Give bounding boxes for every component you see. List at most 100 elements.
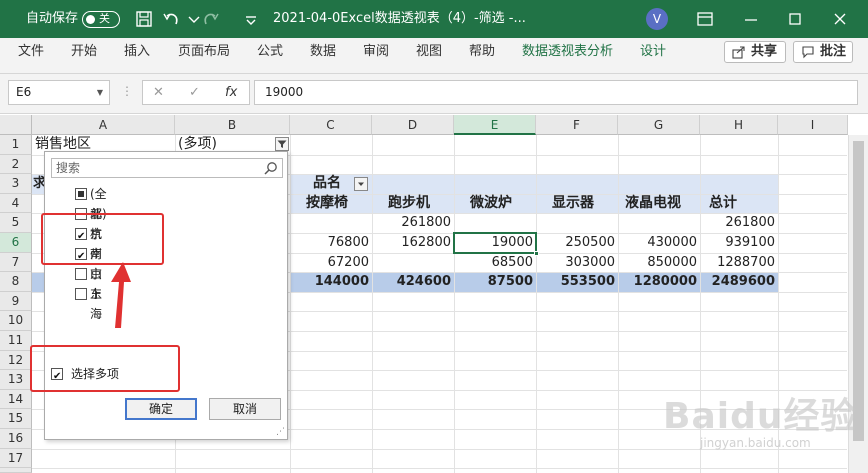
window-title: 2021-04-0Excel数据透视表（4）-筛选 -... bbox=[273, 11, 526, 26]
baidu-logo: Baidu经验 bbox=[663, 396, 858, 437]
column-header-h[interactable]: H bbox=[700, 115, 778, 135]
filter-checkbox[interactable] bbox=[75, 188, 87, 200]
cancel-button[interactable]: 取消 bbox=[209, 398, 281, 420]
cell-f7[interactable]: 303000 bbox=[536, 253, 618, 272]
filter-checkbox[interactable] bbox=[75, 268, 87, 280]
share-button[interactable]: 共享 bbox=[724, 41, 786, 63]
row-header-12[interactable]: 12 bbox=[0, 350, 32, 371]
row-header-18[interactable] bbox=[0, 468, 32, 473]
cell-d4[interactable]: 跑步机 bbox=[385, 194, 454, 213]
column-header-c[interactable]: C bbox=[290, 115, 372, 135]
more-handle-icon[interactable]: ⋮ bbox=[121, 80, 133, 103]
chevron-down-icon[interactable]: ▼ bbox=[97, 81, 103, 104]
column-header-a[interactable]: A bbox=[32, 115, 175, 135]
cell-h7[interactable]: 1288700 bbox=[700, 253, 778, 272]
formula-input[interactable]: 19000 bbox=[254, 80, 858, 105]
cell-h4[interactable]: 总计 bbox=[706, 194, 778, 213]
confirm-entry-icon[interactable]: ✓ bbox=[189, 81, 200, 104]
cell-g6[interactable]: 430000 bbox=[618, 233, 700, 252]
row-header-5[interactable]: 5 bbox=[0, 213, 32, 233]
column-header-b[interactable]: B bbox=[175, 115, 290, 135]
tab-page-layout[interactable]: 页面布局 bbox=[178, 38, 230, 66]
row-header-4[interactable]: 4 bbox=[0, 193, 32, 214]
filter-checkbox[interactable] bbox=[75, 288, 87, 300]
tab-insert[interactable]: 插入 bbox=[124, 38, 150, 66]
row-header-2[interactable]: 2 bbox=[0, 154, 32, 175]
select-all-corner[interactable] bbox=[0, 115, 32, 135]
tab-formulas[interactable]: 公式 bbox=[257, 38, 283, 66]
column-header-e[interactable]: E bbox=[454, 115, 536, 135]
cancel-entry-icon[interactable]: ✕ bbox=[153, 81, 164, 104]
autosave-toggle[interactable]: 关 bbox=[82, 11, 120, 28]
row-header-8[interactable]: 8 bbox=[0, 272, 32, 292]
row-header-3[interactable]: 3 bbox=[0, 174, 32, 194]
resize-grip-icon[interactable]: ⋰ bbox=[276, 427, 285, 437]
cell-f6[interactable]: 250500 bbox=[536, 233, 618, 252]
tab-file[interactable]: 文件 bbox=[18, 38, 44, 66]
gridline bbox=[536, 135, 537, 473]
close-icon[interactable] bbox=[829, 8, 851, 30]
cell-d5[interactable]: 261800 bbox=[372, 213, 454, 232]
cell-e4[interactable]: 微波炉 bbox=[467, 194, 536, 213]
row-header-7[interactable]: 7 bbox=[0, 252, 32, 273]
cell-f4[interactable]: 显示器 bbox=[549, 194, 618, 213]
column-header-g[interactable]: G bbox=[618, 115, 700, 135]
tab-help[interactable]: 帮助 bbox=[469, 38, 495, 66]
tab-design[interactable]: 设计 bbox=[640, 38, 666, 66]
column-header-d[interactable]: D bbox=[372, 115, 454, 135]
maximize-icon[interactable] bbox=[784, 8, 806, 30]
ribbon-display-icon[interactable] bbox=[694, 8, 716, 30]
row-header-14[interactable]: 14 bbox=[0, 389, 32, 410]
filter-search-input[interactable]: 搜索 bbox=[51, 158, 283, 178]
share-label: 共享 bbox=[751, 44, 778, 59]
row-header-13[interactable]: 13 bbox=[0, 370, 32, 390]
insert-function-icon[interactable]: fx bbox=[225, 81, 237, 104]
tab-view[interactable]: 视图 bbox=[416, 38, 442, 66]
cell-a3[interactable]: 求 bbox=[32, 174, 44, 193]
cell-d6[interactable]: 162800 bbox=[372, 233, 454, 252]
cell-g4[interactable]: 液晶电视 bbox=[622, 194, 700, 213]
watermark-url: jingyan.baidu.com bbox=[700, 436, 811, 450]
cell-e7[interactable]: 68500 bbox=[454, 253, 536, 272]
column-header-f[interactable]: F bbox=[536, 115, 618, 135]
row-header-11[interactable]: 11 bbox=[0, 331, 32, 351]
filter-item-label: 上海 bbox=[90, 287, 103, 321]
ok-button[interactable]: 确定 bbox=[125, 398, 197, 420]
redo-icon[interactable] bbox=[200, 8, 222, 30]
undo-icon[interactable] bbox=[160, 8, 182, 30]
row-header-17[interactable]: 17 bbox=[0, 448, 32, 469]
cell-f8[interactable]: 553500 bbox=[536, 272, 618, 291]
tab-data[interactable]: 数据 bbox=[310, 38, 336, 66]
report-filter-dropdown[interactable] bbox=[275, 137, 289, 151]
gridline bbox=[372, 135, 373, 473]
tab-review[interactable]: 审阅 bbox=[363, 38, 389, 66]
cell-d8[interactable]: 424600 bbox=[372, 272, 454, 291]
cell-c6[interactable]: 76800 bbox=[290, 233, 372, 252]
row-header-16[interactable]: 16 bbox=[0, 429, 32, 449]
row-header-15[interactable]: 15 bbox=[0, 409, 32, 429]
cell-c8[interactable]: 144000 bbox=[290, 272, 372, 291]
cell-c4[interactable]: 按摩椅 bbox=[303, 194, 372, 213]
comments-button[interactable]: 批注 bbox=[793, 41, 853, 63]
cell-e8[interactable]: 87500 bbox=[454, 272, 536, 291]
row-header-10[interactable]: 10 bbox=[0, 311, 32, 331]
account-avatar[interactable]: V bbox=[646, 8, 668, 30]
row-header-1[interactable]: 1 bbox=[0, 135, 32, 155]
cell-h5[interactable]: 261800 bbox=[700, 213, 778, 232]
tab-pivot-analyze[interactable]: 数据透视表分析 bbox=[522, 38, 613, 66]
tab-home[interactable]: 开始 bbox=[71, 38, 97, 66]
cell-c3[interactable]: 品名 bbox=[310, 174, 360, 193]
minimize-icon[interactable] bbox=[740, 8, 762, 30]
column-labels-dropdown[interactable] bbox=[354, 177, 368, 191]
cell-c7[interactable]: 67200 bbox=[290, 253, 372, 272]
row-header-9[interactable]: 9 bbox=[0, 291, 32, 312]
cell-h6[interactable]: 939100 bbox=[700, 233, 778, 252]
name-box[interactable]: E6 ▼ bbox=[8, 80, 110, 105]
save-icon[interactable] bbox=[133, 8, 155, 30]
cell-g8[interactable]: 1280000 bbox=[618, 272, 700, 291]
column-header-i[interactable]: I bbox=[778, 115, 848, 135]
row-header-6[interactable]: 6 bbox=[0, 233, 32, 253]
customize-toolbar-icon[interactable] bbox=[240, 8, 262, 30]
cell-h8[interactable]: 2489600 bbox=[700, 272, 778, 291]
cell-g7[interactable]: 850000 bbox=[618, 253, 700, 272]
